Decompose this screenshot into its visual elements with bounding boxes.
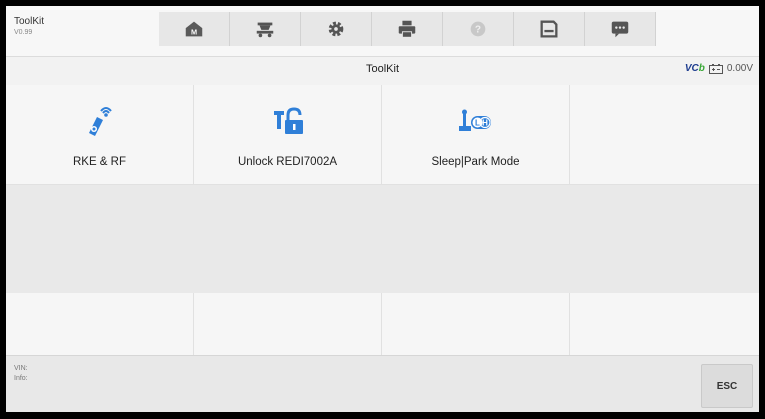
- tile-label: RKE & RF: [72, 156, 127, 168]
- home-button[interactable]: M: [159, 12, 230, 46]
- tile-sleep-park-mode[interactable]: L H Sleep|Park Mode: [382, 85, 570, 185]
- tile-empty: [382, 293, 570, 355]
- home-icon: M: [185, 21, 203, 37]
- title-bar: ToolKit VCb 0.00V: [6, 56, 759, 86]
- grid-empty-band: [6, 185, 759, 293]
- app-version: V0.99: [14, 29, 33, 36]
- tile-empty: [194, 293, 382, 355]
- unlock-icon: [273, 107, 303, 134]
- battery-icon: [708, 63, 723, 74]
- svg-text:L: L: [475, 119, 480, 128]
- vehicle-info: VIN: Info:: [14, 364, 28, 384]
- top-toolbar: ToolKit V0.99 M ?: [6, 6, 759, 56]
- save-icon: [540, 20, 558, 38]
- tile-rke-rf[interactable]: RKE & RF: [6, 85, 194, 185]
- messages-button[interactable]: [585, 12, 656, 46]
- footer-bar: VIN: Info: ESC: [6, 355, 759, 412]
- save-button[interactable]: [514, 12, 585, 46]
- tile-label: Unlock REDI7002A: [237, 156, 338, 168]
- battery-voltage: 0.00V: [726, 63, 753, 74]
- function-grid: RKE & RF Unlock REDI7002A L H Sleep|Park…: [6, 85, 759, 355]
- car-lift-icon: [256, 22, 274, 38]
- settings-button[interactable]: [301, 12, 372, 46]
- svg-text:H: H: [482, 119, 488, 128]
- gear-icon: [328, 21, 344, 37]
- rke-rf-icon: [88, 107, 112, 136]
- screen: ToolKit V0.99 M ? ToolKit VCb 0.00V RKE …: [6, 6, 759, 412]
- tile-unlock-redi7002a[interactable]: Unlock REDI7002A: [194, 85, 382, 185]
- info-label: Info:: [14, 375, 28, 382]
- app-title: ToolKit V0.99: [14, 16, 44, 38]
- vci-status: VCb 0.00V: [685, 63, 753, 74]
- print-button[interactable]: [372, 12, 443, 46]
- esc-button[interactable]: ESC: [701, 364, 753, 408]
- app-name: ToolKit: [14, 16, 45, 27]
- tile-empty: [6, 293, 194, 355]
- svg-text:M: M: [191, 28, 197, 37]
- help-icon: ?: [470, 21, 486, 37]
- tile-empty: [570, 293, 759, 355]
- page-title: ToolKit: [365, 63, 400, 75]
- vci-logo: VCb: [684, 63, 705, 74]
- svg-text:?: ?: [475, 25, 481, 36]
- tile-empty: [570, 85, 759, 185]
- vin-label: VIN:: [14, 365, 28, 372]
- tile-label: Sleep|Park Mode: [431, 156, 520, 168]
- help-button[interactable]: ?: [443, 12, 514, 46]
- message-icon: [611, 21, 629, 38]
- sleep-park-mode-icon: L H: [458, 109, 491, 131]
- printer-icon: [398, 20, 416, 38]
- vehicle-button[interactable]: [230, 12, 301, 46]
